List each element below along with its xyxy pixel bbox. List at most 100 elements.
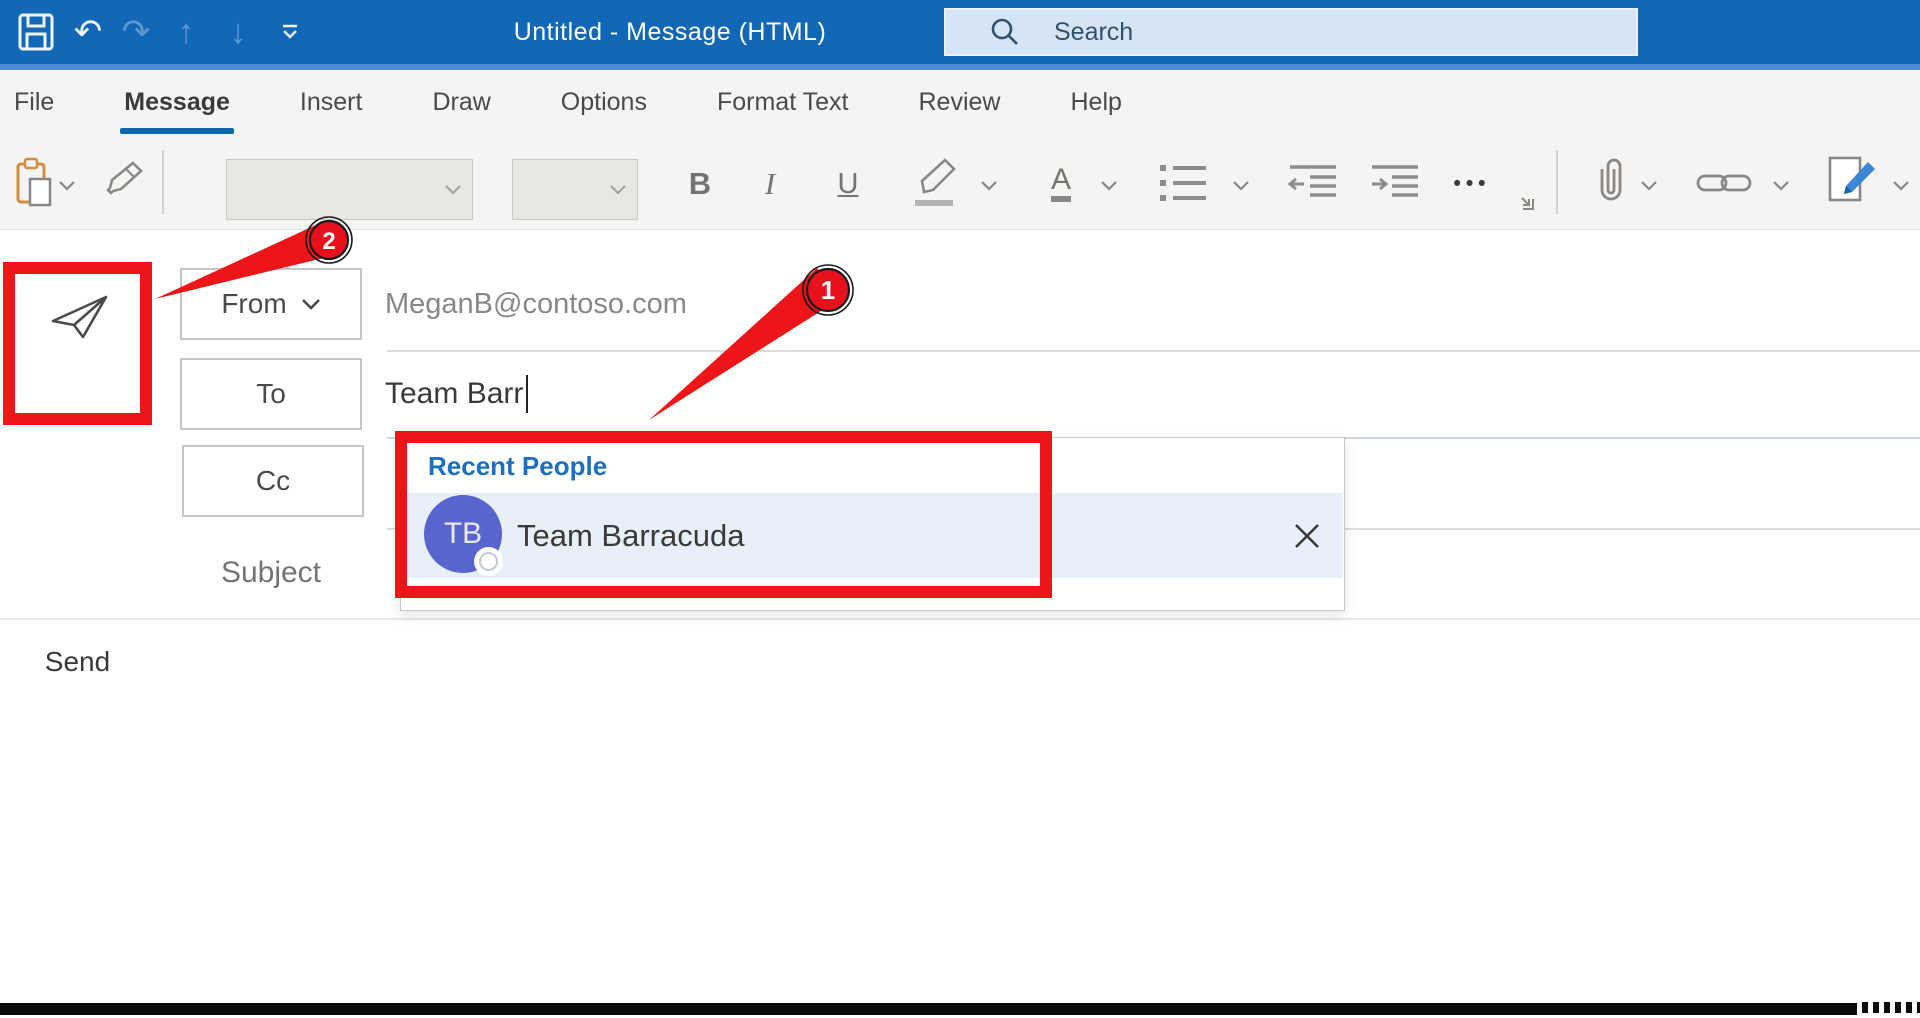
increase-indent-button[interactable] xyxy=(1368,160,1422,206)
redo-icon: ↷ xyxy=(121,13,151,51)
save-icon xyxy=(18,13,54,51)
signature-button[interactable] xyxy=(1824,152,1880,210)
move-down-button[interactable]: ↓ xyxy=(216,0,260,64)
to-field[interactable]: Team Barr xyxy=(385,358,529,430)
decrease-indent-button[interactable] xyxy=(1286,160,1340,206)
text-highlight-button[interactable] xyxy=(906,154,962,210)
tab-insert[interactable]: Insert xyxy=(300,70,363,136)
bold-button[interactable]: B xyxy=(676,158,724,210)
font-color-button[interactable]: A xyxy=(1036,156,1086,210)
bottom-dashed-bar xyxy=(1862,1002,1920,1013)
undo-icon: ↶ xyxy=(73,13,103,51)
bullet-list-button[interactable] xyxy=(1156,158,1210,208)
font-color-dropdown-button[interactable] xyxy=(1100,180,1118,191)
subject-label: Subject xyxy=(220,556,322,589)
chevron-bar-icon xyxy=(283,24,297,39)
message-toolbar: B I U A ••• xyxy=(0,136,1920,230)
font-color-icon: A xyxy=(1050,164,1071,202)
arrow-up-icon: ↑ xyxy=(177,13,195,51)
more-options-button[interactable]: ••• xyxy=(1440,162,1504,206)
outlook-compose-window: ↶ ↷ ↑ ↓ Untitled - Message (HTML) Search xyxy=(0,0,1920,1018)
chevron-down-icon xyxy=(981,181,997,191)
annotation-badge-1-number: 1 xyxy=(821,275,835,305)
link-icon xyxy=(1696,174,1752,192)
from-value: MeganB@contoso.com xyxy=(385,287,687,320)
save-button[interactable] xyxy=(14,0,58,64)
search-placeholder: Search xyxy=(1054,17,1134,46)
chevron-down-icon xyxy=(1893,181,1909,191)
decrease-indent-icon xyxy=(1288,165,1336,197)
paste-button[interactable] xyxy=(10,150,58,214)
chevron-down-icon xyxy=(1773,181,1789,191)
link-dropdown-button[interactable] xyxy=(1772,180,1790,191)
italic-icon: I xyxy=(764,166,776,201)
increase-indent-icon xyxy=(1372,165,1418,197)
to-button[interactable]: To xyxy=(180,358,362,430)
title-bar: ↶ ↷ ↑ ↓ Untitled - Message (HTML) Search xyxy=(0,0,1920,64)
attach-file-button[interactable] xyxy=(1588,154,1632,210)
chevron-down-icon xyxy=(1101,181,1117,191)
underline-button[interactable]: U xyxy=(824,158,872,210)
search-icon xyxy=(991,18,1018,45)
from-button[interactable]: From xyxy=(180,268,362,340)
chevron-down-icon xyxy=(610,185,626,195)
dialog-launcher-icon xyxy=(1521,197,1534,210)
bottom-bar xyxy=(0,1003,1857,1015)
insert-link-button[interactable] xyxy=(1694,164,1754,202)
move-up-button[interactable]: ↑ xyxy=(164,0,208,64)
search-input[interactable]: Search xyxy=(944,8,1638,56)
to-value: Team Barr xyxy=(385,377,524,410)
tab-format-text[interactable]: Format Text xyxy=(717,70,849,136)
arrow-down-icon: ↓ xyxy=(229,13,247,51)
annotation-badge-2-number: 2 xyxy=(322,228,335,255)
tab-file[interactable]: File xyxy=(14,70,54,136)
format-painter-button[interactable] xyxy=(96,156,148,208)
italic-button[interactable]: I xyxy=(748,158,792,210)
send-label: Send xyxy=(44,646,111,677)
highlighter-icon xyxy=(915,158,956,206)
attach-dropdown-button[interactable] xyxy=(1640,180,1658,191)
subject-underline xyxy=(0,618,1920,620)
to-label: To xyxy=(256,378,286,409)
chevron-down-icon xyxy=(301,298,320,310)
chevron-down-icon xyxy=(59,181,75,191)
bullet-list-dropdown-button[interactable] xyxy=(1232,180,1250,191)
window-title: Untitled - Message (HTML) xyxy=(513,18,827,46)
close-icon xyxy=(1295,524,1319,548)
chevron-down-icon xyxy=(1641,181,1657,191)
annotation-box-send xyxy=(3,262,152,425)
tab-help[interactable]: Help xyxy=(1070,70,1121,136)
paste-icon xyxy=(16,157,52,207)
signature-dropdown-button[interactable] xyxy=(1892,180,1910,191)
from-label: From xyxy=(221,288,287,319)
format-painter-icon xyxy=(106,161,143,195)
toolbar-divider xyxy=(162,150,164,214)
tab-review[interactable]: Review xyxy=(919,70,1001,136)
cc-label: Cc xyxy=(255,465,291,496)
annotation-box-recent-people xyxy=(395,431,1052,598)
tab-draw[interactable]: Draw xyxy=(432,70,490,136)
tab-message[interactable]: Message xyxy=(120,70,234,136)
highlight-dropdown-button[interactable] xyxy=(980,180,998,191)
cc-button[interactable]: Cc xyxy=(182,445,364,517)
annotation-badge-1-ring xyxy=(802,264,854,316)
redo-button[interactable]: ↷ xyxy=(114,0,158,64)
undo-button[interactable]: ↶ xyxy=(66,0,110,64)
signature-icon xyxy=(1828,156,1875,202)
ellipsis-icon: ••• xyxy=(1453,172,1491,195)
underline-icon: U xyxy=(837,167,859,200)
font-size-select[interactable] xyxy=(512,159,638,220)
dialog-launcher-button[interactable] xyxy=(1518,194,1536,212)
bold-icon: B xyxy=(688,166,712,201)
tab-options[interactable]: Options xyxy=(561,70,647,136)
remove-suggestion-button[interactable] xyxy=(1288,517,1326,555)
chevron-down-icon xyxy=(1233,181,1249,191)
bullet-list-icon xyxy=(1160,165,1206,201)
font-name-select[interactable] xyxy=(226,159,473,220)
customize-quick-access-button[interactable] xyxy=(268,0,312,64)
toolbar-divider xyxy=(1556,150,1558,214)
annotation-badge-1 xyxy=(805,267,851,313)
paste-dropdown-button[interactable] xyxy=(58,180,76,191)
text-cursor xyxy=(526,375,529,413)
chevron-down-icon xyxy=(445,185,461,195)
